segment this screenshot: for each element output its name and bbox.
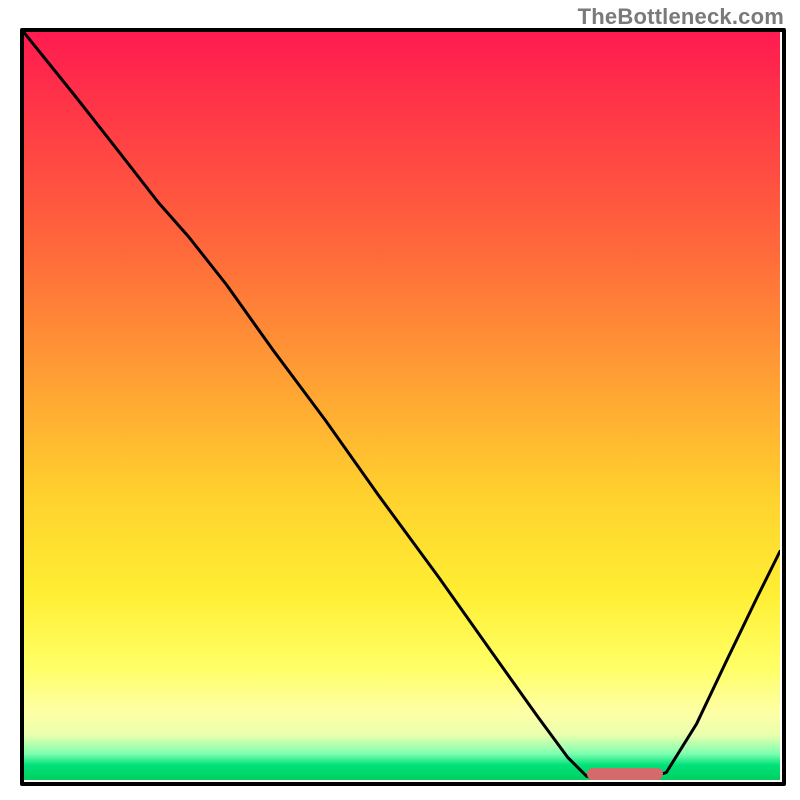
chart-background-gradient [22, 30, 780, 780]
optimal-marker [587, 768, 663, 780]
chart-plot-area [22, 30, 780, 780]
watermark-text: TheBottleneck.com [578, 4, 784, 30]
